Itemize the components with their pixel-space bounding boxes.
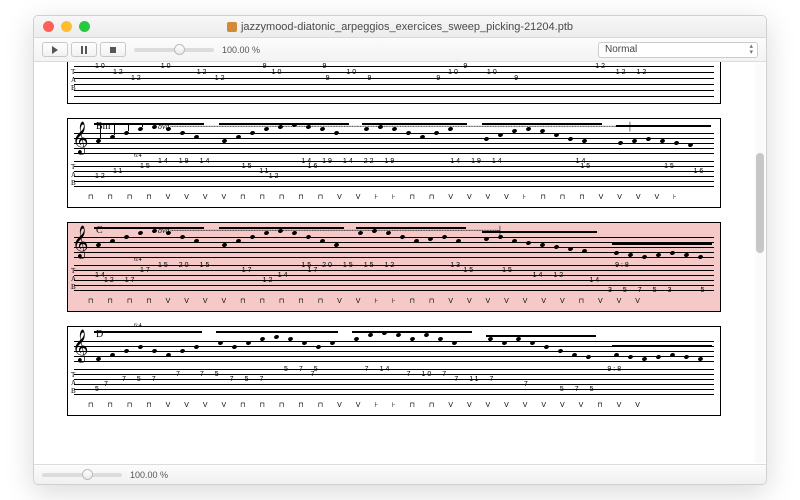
note-layer: 6:4 <box>94 337 710 367</box>
tablature-staff: TAB —10——————10——————————9——————9———————… <box>74 66 714 96</box>
vertical-scrollbar[interactable] <box>755 63 765 463</box>
notation-system[interactable]: TAB —10——————10——————————9——————9———————… <box>67 62 721 104</box>
zoom-knob[interactable] <box>82 469 93 480</box>
score-viewport[interactable]: TAB —10——————10——————————9——————9———————… <box>34 62 754 464</box>
notation-system[interactable]: Bm 8va┄┄┄┄┄┄┄┄┄┄┄┄┄┄┄┄┄┄┄┄┄┄┄┄┄┄┄┄┄┄┄┄┄┄… <box>67 118 721 208</box>
view-mode-select[interactable]: Normal ▴▾ <box>598 42 758 58</box>
chevron-updown-icon: ▴▾ <box>749 44 753 56</box>
treble-clef-icon: 𝄞 <box>72 229 89 257</box>
pause-button[interactable] <box>71 42 97 57</box>
view-mode-value: Normal <box>605 44 637 55</box>
zoom-slider[interactable] <box>134 48 214 52</box>
notation-system[interactable]: D 𝄞 6:4 <box>67 326 721 416</box>
zoom-knob[interactable] <box>174 44 185 55</box>
treble-clef-icon: 𝄞 <box>72 125 89 153</box>
zoom-label-bottom: 100.00 % <box>130 470 168 480</box>
statusbar: 100.00 % <box>34 464 766 484</box>
note-layer: 6:4 <box>94 233 710 263</box>
picking-row: ⊓ ⊓ ⊓ ⊓ V V V V ⊓ ⊓ ⊓ ⊓ ⊓ V V ⊦ ⊦ ⊓ ⊓ V … <box>74 401 714 411</box>
window-controls <box>34 21 90 32</box>
tab-clef: TAB <box>71 267 76 291</box>
tablature-staff: TAB ————————15—20—15——————————15—20—15—1… <box>74 265 714 295</box>
tab-clef: TAB <box>71 371 76 395</box>
close-button[interactable] <box>43 21 54 32</box>
zoom-label: 100.00 % <box>222 45 260 55</box>
tablature-staff: TAB ————————14—19—14——————————14—19—14—2… <box>74 161 714 191</box>
window-title: jazzymood-diatonic_arpeggios_exercices_s… <box>34 21 766 33</box>
standard-staff: 𝄞 6:4 <box>74 337 714 367</box>
picking-row: ⊓ ⊓ ⊓ ⊓ V V V V ⊓ ⊓ ⊓ ⊓ ⊓ V V ⊦ ⊦ ⊓ ⊓ V … <box>74 297 714 307</box>
treble-clef-icon: 𝄞 <box>72 333 89 361</box>
play-button[interactable] <box>42 42 68 57</box>
notation-system-selected[interactable]: C 8va┄┄┄┄┄┄┄┄┄┄┄┄┄┄┄┄┄┄┄┄┄┄┄┄┄┄┄┄┄┄┄┄┄┄┄… <box>67 222 721 312</box>
standard-staff: 𝄞 6:4 <box>74 233 714 263</box>
scrollbar-thumb[interactable] <box>756 153 764 253</box>
transport-controls <box>42 42 126 57</box>
document-icon <box>227 22 237 32</box>
toolbar: 100.00 % Normal ▴▾ <box>34 38 766 62</box>
minimize-button[interactable] <box>61 21 72 32</box>
tablature-staff: TAB ——————————————————————5—7—5—————7—14… <box>74 369 714 399</box>
maximize-button[interactable] <box>79 21 90 32</box>
app-window: jazzymood-diatonic_arpeggios_exercices_s… <box>33 15 767 485</box>
tab-clef: TAB <box>71 163 76 187</box>
standard-staff: 𝄞 6:4 <box>74 129 714 159</box>
picking-row: ⊓ ⊓ ⊓ ⊓ V V V V ⊓ ⊓ ⊓ ⊓ ⊓ V V ⊦ ⊦ ⊓ ⊓ V … <box>74 193 714 203</box>
stop-button[interactable] <box>100 42 126 57</box>
tab-clef: TAB <box>71 68 76 92</box>
note-layer: 6:4 <box>94 129 710 159</box>
titlebar: jazzymood-diatonic_arpeggios_exercices_s… <box>34 16 766 38</box>
zoom-slider-bottom[interactable] <box>42 473 122 477</box>
score-page: TAB —10——————10——————————9——————9———————… <box>49 62 739 416</box>
